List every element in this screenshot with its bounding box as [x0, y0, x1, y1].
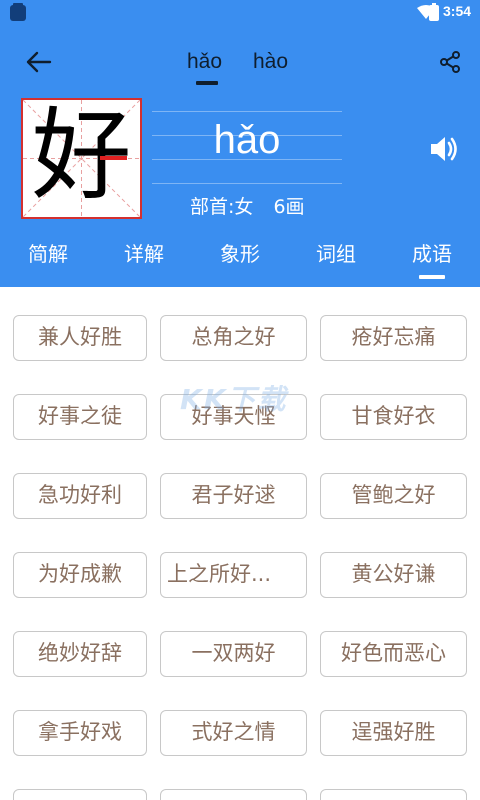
- idiom-chip[interactable]: 逞强好胜: [320, 710, 467, 756]
- tab-pictograph[interactable]: 象形: [220, 238, 260, 267]
- pinyin-tab-hao4[interactable]: hào: [253, 50, 288, 80]
- idiom-chip[interactable]: 为好成歉: [13, 552, 147, 598]
- battery-icon: [429, 3, 439, 21]
- idiom-chip[interactable]: 上之所好...: [160, 552, 307, 598]
- pinyin-tab-indicator: [196, 81, 218, 85]
- idiom-chip[interactable]: 兼人好胜: [13, 315, 147, 361]
- idiom-chip[interactable]: 一双两好: [160, 631, 307, 677]
- stroke-count: 6画: [273, 196, 305, 218]
- idiom-chip[interactable]: 总角之好: [160, 315, 307, 361]
- idiom-chip[interactable]: 管鲍之好: [320, 473, 467, 519]
- back-arrow-icon[interactable]: [24, 50, 52, 74]
- character-stroke-box[interactable]: 好: [21, 98, 142, 219]
- tab-indicator: [419, 275, 445, 279]
- tab-brief[interactable]: 简解: [28, 238, 68, 267]
- idiom-chip[interactable]: 黄公好谦: [320, 552, 467, 598]
- idiom-chip[interactable]: 式好之情: [160, 710, 307, 756]
- idiom-chip-partial[interactable]: [160, 789, 307, 800]
- idiom-chip-partial[interactable]: [320, 789, 467, 800]
- status-time: 3:54: [443, 3, 472, 19]
- idiom-chip[interactable]: 君子好逑: [160, 473, 307, 519]
- status-bar: 3:54: [0, 0, 480, 26]
- idiom-chip[interactable]: 好色而恶心: [320, 631, 467, 677]
- radical-label: 部首:女: [190, 196, 254, 218]
- idiom-chip[interactable]: 急功好利: [13, 473, 147, 519]
- idiom-chip[interactable]: 绝妙好辞: [13, 631, 147, 677]
- share-icon[interactable]: [438, 50, 462, 74]
- idiom-grid: 兼人好胜 总角之好 疮好忘痛 好事之徒 好事天悭 甘食好衣 急功好利 君子好逑 …: [0, 287, 480, 800]
- app-icon: [10, 3, 26, 21]
- tab-idioms[interactable]: 成语: [412, 238, 452, 267]
- idiom-chip[interactable]: 拿手好戏: [13, 710, 147, 756]
- speaker-icon[interactable]: [428, 133, 460, 165]
- idiom-chip[interactable]: 好事天悭: [160, 394, 307, 440]
- pinyin-display: hǎo: [213, 118, 281, 162]
- idiom-chip[interactable]: 疮好忘痛: [320, 315, 467, 361]
- radical-info: 部首:女 6画: [190, 192, 305, 219]
- highlight-stroke: [100, 156, 127, 160]
- idiom-chip[interactable]: 好事之徒: [13, 394, 147, 440]
- pinyin-tab-hao3[interactable]: hǎo: [187, 50, 222, 80]
- idiom-chip-partial[interactable]: [13, 789, 147, 800]
- tab-detail[interactable]: 详解: [124, 238, 164, 267]
- detail-tabs: 简解 详解 象形 词组 成语: [0, 238, 480, 278]
- idiom-chip[interactable]: 甘食好衣: [320, 394, 467, 440]
- tab-phrases[interactable]: 词组: [316, 238, 356, 267]
- header: 3:54 hǎo hào 好 hǎo 部首:女 6画 简解 详解 象形 词组 成…: [0, 0, 480, 287]
